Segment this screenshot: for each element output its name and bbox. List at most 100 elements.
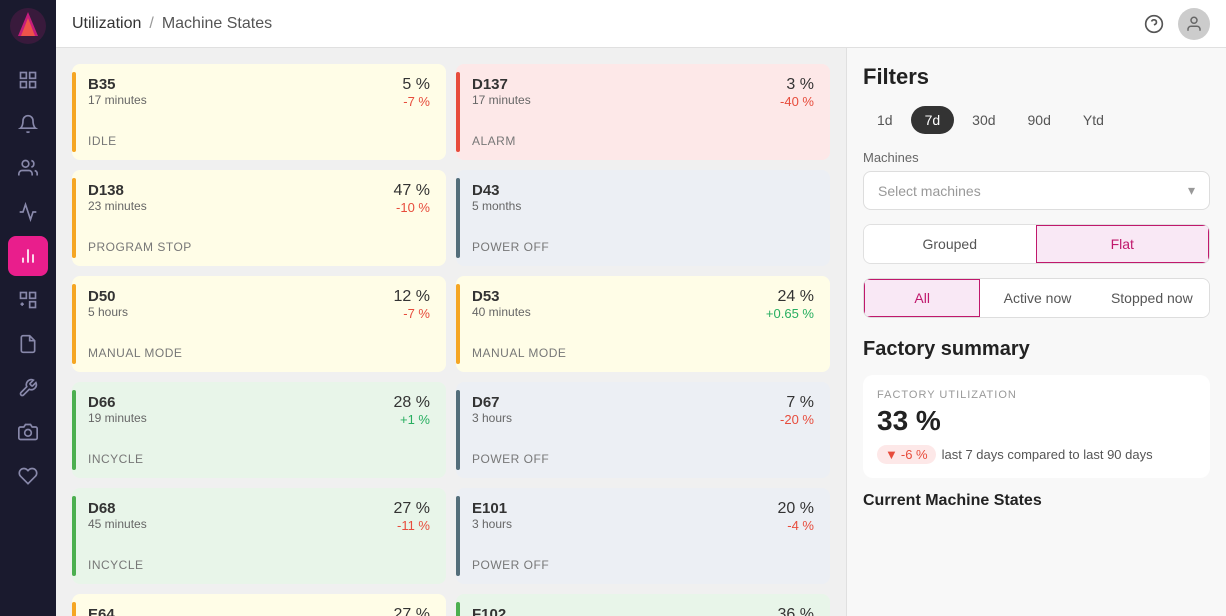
machine-card[interactable]: E6412 minutes27 %-9 % bbox=[72, 594, 446, 616]
machine-card[interactable]: D6619 minutes28 %+1 %INCYCLE bbox=[72, 382, 446, 478]
machine-card[interactable]: E1013 hours20 %-4 %POWER OFF bbox=[456, 488, 830, 584]
time-btn-90d[interactable]: 90d bbox=[1014, 106, 1065, 134]
user-avatar[interactable] bbox=[1178, 8, 1210, 40]
filter-all-button[interactable]: All bbox=[864, 279, 980, 317]
card-machine-change: -40 % bbox=[780, 94, 814, 109]
card-machine-state: PROGRAM STOP bbox=[88, 240, 430, 254]
card-machine-state: ALARM bbox=[472, 134, 814, 148]
card-machine-state: POWER OFF bbox=[472, 240, 814, 254]
sidebar-item-reports[interactable] bbox=[8, 324, 48, 364]
factory-change-value: -6 % bbox=[901, 447, 928, 462]
card-machine-name: F102 bbox=[472, 606, 524, 616]
body: B3517 minutes5 %-7 %IDLED13717 minutes3 … bbox=[56, 48, 1226, 616]
sidebar-item-users[interactable] bbox=[8, 148, 48, 188]
card-machine-time: 19 minutes bbox=[88, 411, 147, 425]
card-machine-time: 3 hours bbox=[472, 411, 512, 425]
current-machine-title: Current Machine States bbox=[863, 492, 1210, 510]
card-status-bar bbox=[72, 602, 76, 616]
grouped-button[interactable]: Grouped bbox=[864, 225, 1036, 263]
time-btn-30d[interactable]: 30d bbox=[958, 106, 1009, 134]
card-machine-name: D138 bbox=[88, 182, 147, 199]
sidebar-item-notifications[interactable] bbox=[8, 104, 48, 144]
card-status-bar bbox=[456, 72, 460, 152]
card-machine-state: INCYCLE bbox=[88, 558, 430, 572]
time-btn-7d[interactable]: 7d bbox=[911, 106, 955, 134]
card-status-bar bbox=[456, 178, 460, 258]
sidebar-item-tools[interactable] bbox=[8, 192, 48, 232]
card-machine-name: E64 bbox=[88, 606, 147, 616]
card-machine-pct: 20 % bbox=[778, 500, 814, 518]
view-toggle: Grouped Flat bbox=[863, 224, 1210, 264]
card-machine-name: E101 bbox=[472, 500, 512, 517]
card-machine-pct: 7 % bbox=[780, 394, 814, 412]
card-machine-time: 3 hours bbox=[472, 517, 512, 531]
select-machines-placeholder: Select machines bbox=[878, 183, 981, 199]
page-subtitle: Machine States bbox=[162, 15, 272, 33]
card-status-bar bbox=[456, 496, 460, 576]
card-status-bar bbox=[72, 496, 76, 576]
card-machine-name: D68 bbox=[88, 500, 147, 517]
machine-card[interactable]: B3517 minutes5 %-7 %IDLE bbox=[72, 64, 446, 160]
factory-change-label: last 7 days compared to last 90 days bbox=[942, 447, 1153, 462]
card-machine-name: D67 bbox=[472, 394, 512, 411]
factory-summary-card: FACTORY UTILIZATION 33 % ▼ -6 % last 7 d… bbox=[863, 375, 1210, 478]
machine-card[interactable]: D435 monthsPOWER OFF bbox=[456, 170, 830, 266]
card-machine-name: D50 bbox=[88, 288, 128, 305]
filters-title: Filters bbox=[863, 64, 1210, 90]
card-machine-change: -10 % bbox=[394, 200, 430, 215]
machine-card[interactable]: D6845 minutes27 %-11 %INCYCLE bbox=[72, 488, 446, 584]
card-machine-pct: 5 % bbox=[402, 76, 430, 94]
machines-label: Machines bbox=[863, 150, 1210, 165]
machine-card[interactable]: D13823 minutes47 %-10 %PROGRAM STOP bbox=[72, 170, 446, 266]
card-machine-time: 45 minutes bbox=[88, 517, 147, 531]
select-machines-dropdown[interactable]: Select machines ▾ bbox=[863, 171, 1210, 210]
card-status-bar bbox=[72, 178, 76, 258]
card-machine-state: INCYCLE bbox=[88, 452, 430, 466]
page-title: Utilization bbox=[72, 15, 141, 33]
card-machine-time: 40 minutes bbox=[472, 305, 531, 319]
sidebar-item-analytics[interactable] bbox=[8, 236, 48, 276]
machine-card[interactable]: D5340 minutes24 %+0.65 %MANUAL MODE bbox=[456, 276, 830, 372]
time-btn-1d[interactable]: 1d bbox=[863, 106, 907, 134]
card-status-bar bbox=[72, 390, 76, 470]
factory-util-value: 33 % bbox=[877, 405, 1196, 437]
status-filter-buttons: All Active now Stopped now bbox=[863, 278, 1210, 318]
card-machine-state: MANUAL MODE bbox=[88, 346, 430, 360]
card-machine-change: -7 % bbox=[402, 94, 430, 109]
sidebar-item-add-widget[interactable] bbox=[8, 280, 48, 320]
time-btn-ytd[interactable]: Ytd bbox=[1069, 106, 1118, 134]
card-machine-pct: 28 % bbox=[394, 394, 430, 412]
factory-util-label: FACTORY UTILIZATION bbox=[877, 389, 1196, 401]
app-logo[interactable] bbox=[10, 8, 46, 44]
machine-card[interactable]: D505 hours 12 %-7 % MANUAL MODE bbox=[72, 276, 446, 372]
card-machine-state: POWER OFF bbox=[472, 452, 814, 466]
sidebar-item-dashboard[interactable] bbox=[8, 60, 48, 100]
machine-cards-area: B3517 minutes5 %-7 %IDLED13717 minutes3 … bbox=[56, 48, 846, 616]
card-machine-change: -7 % bbox=[394, 306, 430, 321]
sidebar bbox=[0, 0, 56, 616]
card-machine-change: +1 % bbox=[394, 412, 430, 427]
sidebar-item-settings[interactable] bbox=[8, 368, 48, 408]
factory-util-change: ▼ -6 % last 7 days compared to last 90 d… bbox=[877, 445, 1196, 464]
card-machine-name: D53 bbox=[472, 288, 531, 305]
down-arrow-icon: ▼ bbox=[885, 447, 898, 462]
filter-stopped-button[interactable]: Stopped now bbox=[1095, 279, 1209, 317]
sidebar-item-health[interactable] bbox=[8, 456, 48, 496]
card-machine-pct: 47 % bbox=[394, 182, 430, 200]
card-machine-time: 5 hours bbox=[88, 305, 128, 319]
card-machine-change: -11 % bbox=[394, 518, 430, 533]
flat-button[interactable]: Flat bbox=[1036, 225, 1210, 263]
machine-card[interactable]: F1028 minutes36 %+3 % bbox=[456, 594, 830, 616]
sidebar-item-camera[interactable] bbox=[8, 412, 48, 452]
card-machine-state: IDLE bbox=[88, 134, 430, 148]
filter-active-button[interactable]: Active now bbox=[980, 279, 1094, 317]
card-status-bar bbox=[456, 284, 460, 364]
card-machine-pct: 12 % bbox=[394, 288, 430, 306]
machine-card[interactable]: D673 hours7 %-20 %POWER OFF bbox=[456, 382, 830, 478]
card-machine-pct: 27 % bbox=[394, 606, 430, 616]
breadcrumb-separator: / bbox=[149, 15, 153, 33]
help-icon[interactable] bbox=[1138, 8, 1170, 40]
machine-card[interactable]: D13717 minutes3 %-40 %ALARM bbox=[456, 64, 830, 160]
card-machine-change: -4 % bbox=[778, 518, 814, 533]
card-machine-time: 17 minutes bbox=[472, 93, 531, 107]
